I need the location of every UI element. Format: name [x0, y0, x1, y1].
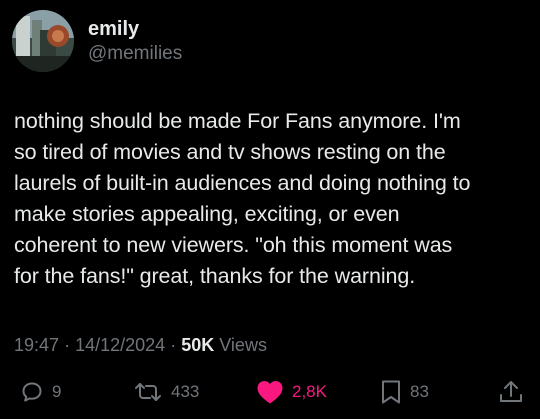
meta-separator: ·	[170, 335, 177, 355]
reply-button[interactable]: 9	[20, 376, 61, 408]
tweet-meta: 19:47 · 14/12/2024 · 50K Views	[14, 333, 267, 357]
avatar[interactable]	[12, 10, 74, 72]
share-icon	[498, 379, 524, 405]
like-count: 2,8K	[292, 382, 327, 401]
handle[interactable]: @memilies	[88, 42, 182, 66]
tweet-date[interactable]: 14/12/2024	[75, 335, 165, 355]
reply-icon	[20, 380, 44, 404]
views-count: 50K	[181, 335, 215, 355]
bookmark-icon	[380, 379, 402, 405]
share-button[interactable]	[498, 376, 524, 408]
meta-separator: ·	[64, 335, 71, 355]
reply-count: 9	[52, 382, 62, 401]
bookmark-button[interactable]: 83	[380, 376, 429, 408]
repost-count: 433	[171, 382, 200, 401]
tweet-header: emily @memilies	[12, 10, 182, 72]
repost-button[interactable]: 433	[133, 376, 199, 408]
heart-icon	[256, 379, 284, 405]
action-bar: 9 433 2,8K 83	[0, 376, 540, 408]
tweet-text: nothing should be made For Fans anymore.…	[14, 109, 471, 288]
views-label: Views	[219, 335, 267, 355]
repost-icon	[133, 380, 163, 404]
display-name[interactable]: emily	[88, 17, 182, 41]
author-names: emily @memilies	[88, 17, 182, 66]
like-button[interactable]: 2,8K	[256, 376, 327, 408]
tweet-time[interactable]: 19:47	[14, 335, 59, 355]
bookmark-count: 83	[410, 382, 429, 401]
